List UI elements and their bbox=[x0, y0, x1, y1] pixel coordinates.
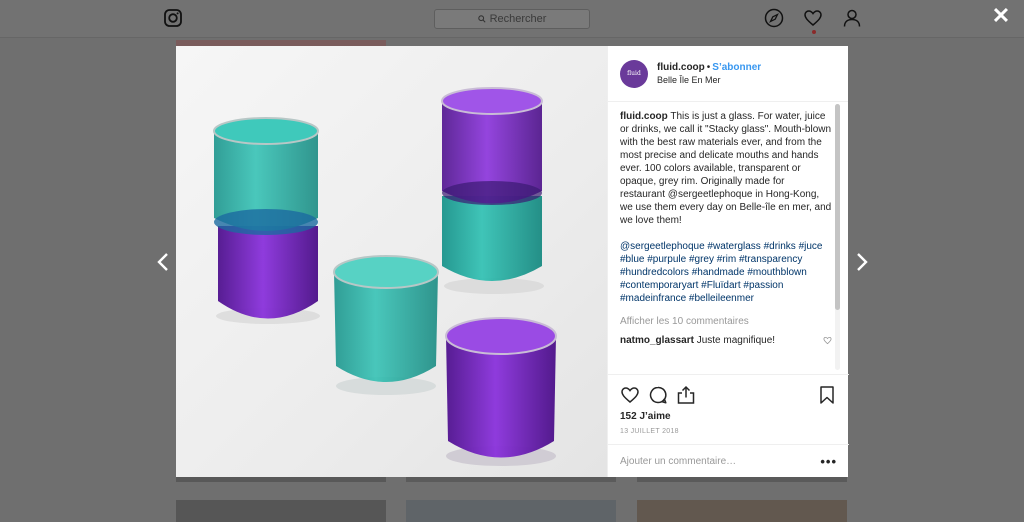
background-post-thumbnail bbox=[176, 500, 386, 522]
location-link[interactable]: Belle Île En Mer bbox=[657, 74, 761, 87]
comment-icon[interactable] bbox=[648, 385, 668, 405]
view-all-comments-link[interactable]: Afficher les 10 commentaires bbox=[620, 315, 832, 328]
follow-button[interactable]: S’abonner bbox=[712, 62, 761, 73]
chevron-left-icon[interactable] bbox=[155, 250, 171, 274]
search-icon bbox=[477, 15, 486, 23]
add-comment-input[interactable] bbox=[620, 455, 821, 467]
background-post-thumbnail bbox=[637, 500, 847, 522]
avatar-logo-text: fluid bbox=[627, 70, 641, 77]
avatar[interactable]: fluid bbox=[620, 59, 648, 88]
post-date: 13 JUILLET 2018 bbox=[620, 428, 679, 435]
bookmark-icon[interactable] bbox=[817, 385, 837, 405]
post-header-text: fluid.coop • S’abonner Belle Île En Mer bbox=[657, 61, 761, 87]
comment-like-heart-icon[interactable] bbox=[823, 336, 832, 345]
notification-dot bbox=[812, 30, 816, 34]
post-image bbox=[176, 46, 607, 477]
chevron-right-icon[interactable] bbox=[854, 250, 870, 274]
more-options-button[interactable]: ••• bbox=[820, 454, 837, 469]
post-actions: 152 J’aime 13 JUILLET 2018 bbox=[608, 374, 849, 435]
add-comment-bar: ••• bbox=[608, 444, 849, 477]
caption-hashtags[interactable]: @sergeetlephoque #waterglass #drinks #ju… bbox=[620, 240, 832, 305]
instagram-icon[interactable] bbox=[164, 9, 182, 27]
comments-section: fluid.coop This is just a glass. For wat… bbox=[620, 110, 832, 372]
action-icons-row bbox=[620, 381, 837, 409]
user-icon[interactable] bbox=[842, 8, 862, 28]
caption-username[interactable]: fluid.coop bbox=[620, 111, 668, 122]
post-modal: fluid fluid.coop • S’abonner Belle Île En … bbox=[176, 46, 849, 477]
comment-text: Juste magnifique! bbox=[693, 335, 776, 346]
close-icon[interactable]: ✕ bbox=[990, 5, 1012, 27]
post-header: fluid fluid.coop • S’abonner Belle Île En … bbox=[608, 46, 848, 102]
heart-icon[interactable] bbox=[803, 8, 823, 28]
search-input[interactable]: Rechercher bbox=[434, 9, 590, 29]
comments-scrollbar-thumb[interactable] bbox=[835, 104, 840, 310]
comment-username[interactable]: natmo_glassart bbox=[620, 335, 694, 346]
glasses-photo bbox=[213, 87, 557, 466]
top-navigation-bar: Rechercher bbox=[0, 0, 1024, 38]
likes-count[interactable]: 152 J’aime bbox=[620, 411, 837, 422]
background-post-thumbnail bbox=[406, 500, 616, 522]
comment-item: natmo_glassart Juste magnifique! bbox=[620, 334, 832, 347]
post-caption: fluid.coop This is just a glass. For wat… bbox=[620, 110, 832, 227]
search-placeholder: Rechercher bbox=[489, 13, 547, 25]
caption-text: This is just a glass. For water, juice o… bbox=[620, 111, 832, 226]
compass-icon[interactable] bbox=[764, 8, 784, 28]
share-icon[interactable] bbox=[676, 385, 696, 405]
separator-dot: • bbox=[706, 61, 711, 73]
username-link[interactable]: fluid.coop bbox=[657, 62, 705, 73]
like-heart-icon[interactable] bbox=[620, 385, 640, 405]
post-sidebar: fluid fluid.coop • S’abonner Belle Île En … bbox=[607, 46, 849, 477]
